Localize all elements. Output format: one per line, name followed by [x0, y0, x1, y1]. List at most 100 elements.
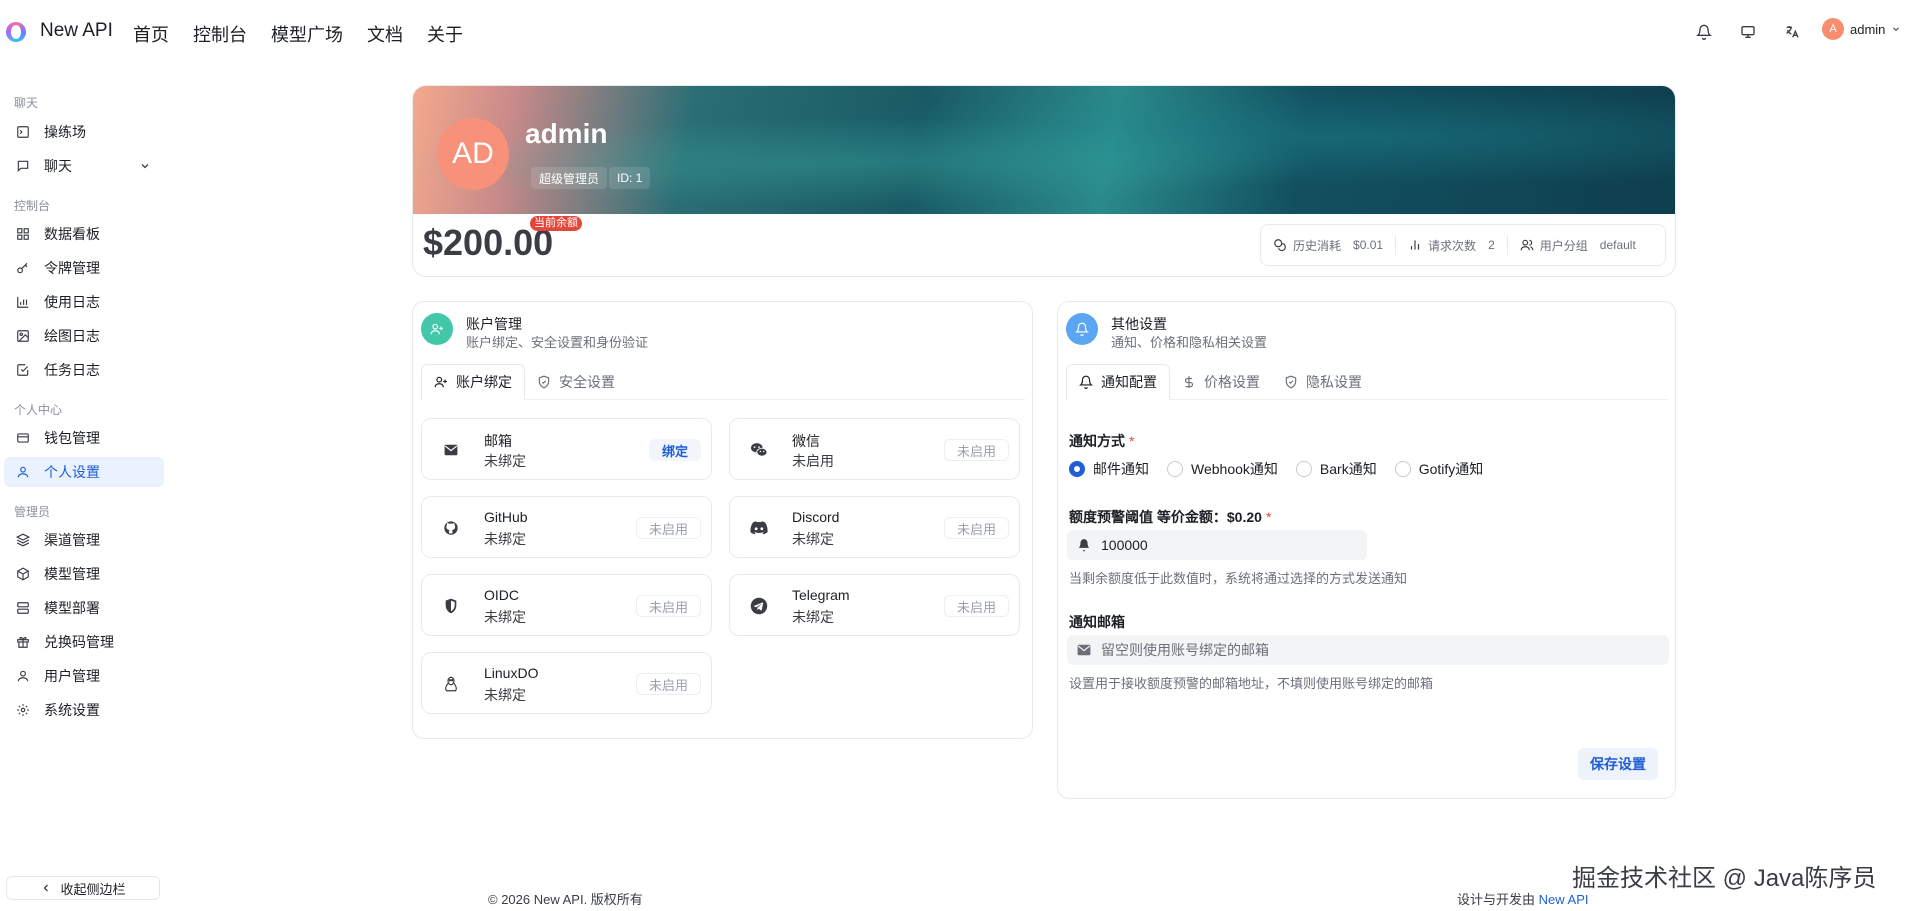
- save-settings-button[interactable]: 保存设置: [1578, 748, 1658, 780]
- nav-model-market[interactable]: 模型广场: [271, 21, 343, 47]
- radio-webhook-notify[interactable]: Webhook通知: [1167, 459, 1278, 479]
- tab-price-settings[interactable]: 价格设置: [1170, 364, 1272, 400]
- tab-security-settings[interactable]: 安全设置: [525, 364, 627, 400]
- profile-banner: [413, 86, 1675, 214]
- bind-email-button[interactable]: 绑定: [648, 439, 701, 461]
- radio-email-notify[interactable]: 邮件通知: [1069, 459, 1149, 479]
- bell-icon: [1079, 375, 1093, 389]
- nav-console[interactable]: 控制台: [193, 21, 247, 47]
- sidebar-item-usage-logs[interactable]: 使用日志: [4, 287, 164, 317]
- binding-status: 未绑定: [792, 531, 834, 547]
- binding-name: 微信: [792, 433, 820, 449]
- bind-telegram-button[interactable]: 未启用: [943, 595, 1009, 617]
- bell-icon[interactable]: [1690, 18, 1718, 46]
- monitor-icon[interactable]: [1734, 18, 1762, 46]
- other-tabs: 通知配置 价格设置 隐私设置: [1066, 364, 1668, 400]
- binding-name: 邮箱: [484, 433, 512, 449]
- stat-value: $0.01: [1353, 238, 1384, 252]
- sidebar-item-task-logs[interactable]: 任务日志: [4, 355, 164, 385]
- bind-linuxdo-button[interactable]: 未启用: [635, 673, 701, 695]
- logo-icon[interactable]: [6, 22, 26, 42]
- binding-status: 未绑定: [484, 531, 526, 547]
- box-icon: [15, 566, 31, 582]
- chevron-left-icon: [44, 884, 49, 892]
- bind-github-button[interactable]: 未启用: [635, 517, 701, 539]
- credit-link[interactable]: New API: [1539, 892, 1589, 907]
- sidebar-item-models[interactable]: 模型管理: [4, 559, 164, 589]
- tab-account-binding[interactable]: 账户绑定: [421, 364, 525, 400]
- sidebar-item-model-deploy[interactable]: 模型部署: [4, 593, 164, 623]
- mail-icon: [1077, 644, 1091, 656]
- sidebar-group-admin: 管理员: [14, 505, 51, 519]
- bar-chart-icon: [1410, 240, 1420, 250]
- stat-user-group: 用户分组 default: [1508, 235, 1648, 255]
- binding-card-wechat: 微信 未启用 未启用: [729, 418, 1020, 480]
- tab-notification-config[interactable]: 通知配置: [1066, 364, 1170, 400]
- threshold-input[interactable]: 100000: [1067, 530, 1367, 560]
- sidebar-item-dashboard[interactable]: 数据看板: [4, 219, 164, 249]
- sidebar-item-playground[interactable]: 操练场: [4, 117, 164, 147]
- notify-email-input[interactable]: 留空则使用账号绑定的邮箱: [1067, 635, 1669, 665]
- message-icon: [15, 158, 31, 174]
- nav-docs[interactable]: 文档: [367, 21, 403, 47]
- user-name: admin: [1850, 21, 1886, 37]
- bind-wechat-button[interactable]: 未启用: [943, 439, 1009, 461]
- binding-name: LinuxDO: [484, 665, 539, 681]
- binding-card-discord: Discord 未绑定 未启用: [729, 496, 1020, 558]
- sidebar-item-label: 兑换码管理: [44, 634, 114, 650]
- sidebar-item-system-settings[interactable]: 系统设置: [4, 695, 164, 725]
- threshold-hint: 当剩余额度低于此数值时，系统将通过选择的方式发送通知: [1069, 571, 1408, 586]
- tab-label: 通知配置: [1101, 374, 1157, 390]
- sidebar-item-chat[interactable]: 聊天: [4, 151, 164, 181]
- bar-chart-icon: [15, 294, 31, 310]
- bind-oidc-button[interactable]: 未启用: [635, 595, 701, 617]
- user-icon: [15, 464, 31, 480]
- sidebar-item-label: 数据看板: [44, 226, 100, 242]
- radio-label: Gotify通知: [1418, 461, 1484, 477]
- account-tabs: 账户绑定 安全设置: [421, 364, 1025, 400]
- tab-privacy-settings[interactable]: 隐私设置: [1272, 364, 1374, 400]
- bind-discord-button[interactable]: 未启用: [943, 517, 1009, 539]
- sidebar-item-personal-settings[interactable]: 个人设置: [4, 457, 164, 487]
- sidebar-item-wallet[interactable]: 钱包管理: [4, 423, 164, 453]
- sidebar-item-tokens[interactable]: 令牌管理: [4, 253, 164, 283]
- gift-icon: [15, 634, 31, 650]
- main-nav: 首页 控制台 模型广场 文档 关于: [133, 21, 487, 47]
- notify-method-group: 邮件通知 Webhook通知 Bark通知 Gotify通知: [1069, 459, 1483, 479]
- binding-card-github: GitHub 未绑定 未启用: [421, 496, 712, 558]
- radio-gotify-notify[interactable]: Gotify通知: [1394, 459, 1484, 479]
- sidebar-group-personal: 个人中心: [14, 403, 63, 417]
- sidebar-item-channels[interactable]: 渠道管理: [4, 525, 164, 555]
- brand-name[interactable]: New API: [40, 20, 113, 42]
- shield-check-icon: [1285, 375, 1297, 389]
- sidebar-item-users[interactable]: 用户管理: [4, 661, 164, 691]
- radio-label: Bark通知: [1319, 461, 1377, 477]
- sidebar-item-label: 钱包管理: [44, 430, 100, 446]
- users-icon: [1520, 239, 1534, 251]
- translate-icon[interactable]: [1778, 18, 1806, 46]
- collapse-sidebar-label: 收起侧边栏: [60, 881, 126, 897]
- account-panel-title: 账户管理: [466, 316, 522, 332]
- user-icon: [15, 668, 31, 684]
- image-icon: [15, 328, 31, 344]
- stat-history-spend: 历史消耗 $0.01: [1261, 235, 1397, 255]
- user-menu[interactable]: A admin: [1822, 18, 1901, 40]
- sidebar-item-drawing-logs[interactable]: 绘图日志: [4, 321, 164, 351]
- sidebar-item-label: 任务日志: [44, 362, 100, 378]
- app-root: New API 首页 控制台 模型广场 文档 关于 A admin 聊天 操练场: [0, 0, 1911, 911]
- tab-label: 价格设置: [1204, 374, 1260, 390]
- notify-email-placeholder: 留空则使用账号绑定的邮箱: [1101, 642, 1269, 658]
- radio-bark-notify[interactable]: Bark通知: [1295, 459, 1377, 479]
- profile-avatar: AD: [437, 118, 509, 190]
- sidebar-item-label: 使用日志: [44, 294, 100, 310]
- notify-method-label: 通知方式 *: [1069, 433, 1135, 449]
- binding-card-telegram: Telegram 未绑定 未启用: [729, 574, 1020, 636]
- collapse-sidebar-button[interactable]: 收起侧边栏: [6, 876, 160, 900]
- nav-home[interactable]: 首页: [133, 21, 169, 47]
- sidebar-item-label: 模型管理: [44, 566, 100, 582]
- sidebar-group-chat: 聊天: [14, 96, 39, 110]
- balance-badge: 当前余额: [530, 216, 582, 231]
- nav-about[interactable]: 关于: [427, 21, 463, 47]
- binding-name: Discord: [792, 509, 840, 525]
- sidebar-item-redeem-codes[interactable]: 兑换码管理: [4, 627, 164, 657]
